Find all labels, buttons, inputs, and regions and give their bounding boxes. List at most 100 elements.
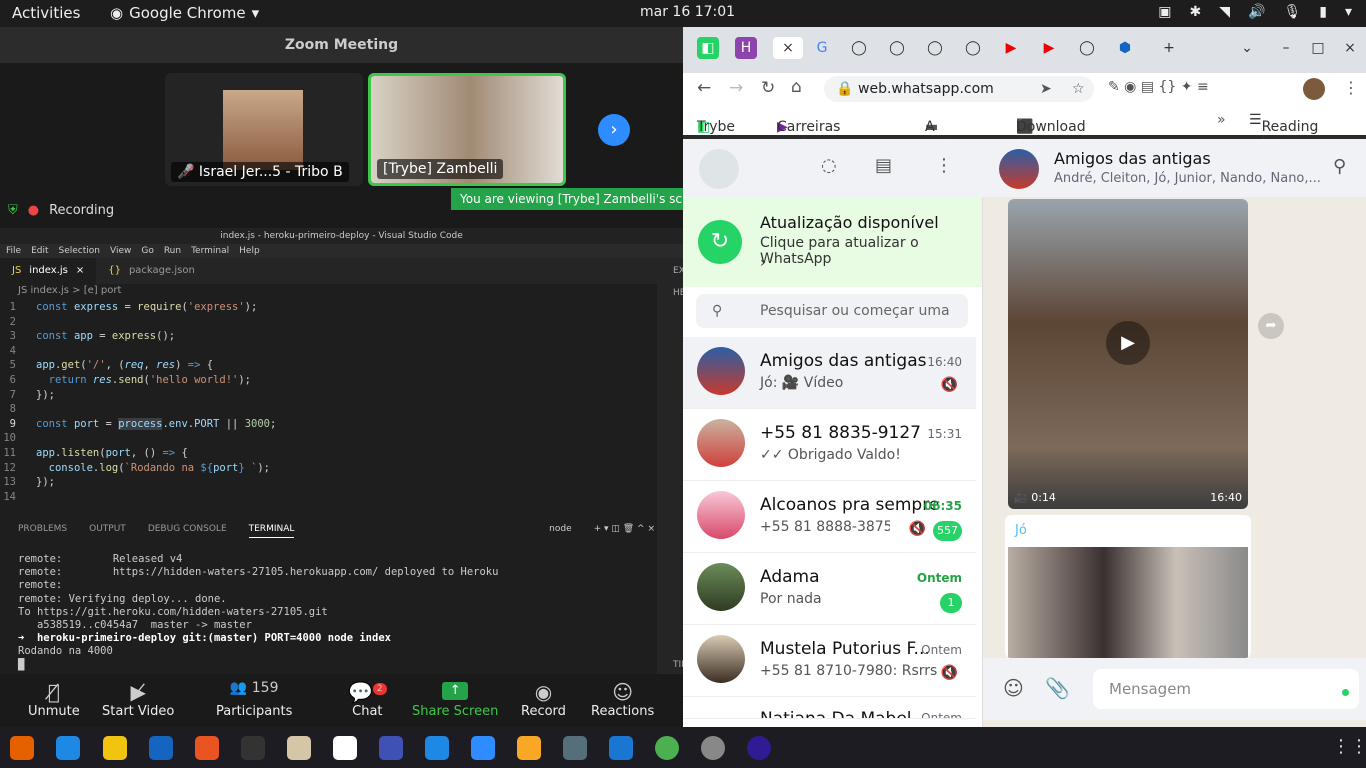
minimize-icon[interactable]: –	[1275, 37, 1297, 59]
cube-icon[interactable]: ⬢	[1114, 37, 1136, 59]
menu-edit[interactable]: Edit	[31, 244, 48, 258]
text-editor-icon[interactable]	[609, 736, 633, 760]
search-icon[interactable]: ⚲	[1333, 156, 1346, 177]
avatar[interactable]	[1303, 78, 1325, 100]
code-editor[interactable]: 1 const express = require('express'); 2 3…	[0, 300, 655, 504]
avatar[interactable]	[699, 149, 739, 189]
app-menu[interactable]: ◉ Google Chrome ▾	[110, 4, 259, 22]
back-icon[interactable]: ←	[697, 78, 711, 98]
files-icon[interactable]	[287, 736, 311, 760]
search-input[interactable]: ⚲ Pesquisar ou começar uma n...	[696, 294, 968, 353]
forward-icon[interactable]: →	[729, 78, 743, 98]
app-icon[interactable]	[747, 736, 771, 760]
github-icon[interactable]: ◯	[1076, 37, 1098, 59]
participant-tile-active[interactable]: [Trybe] Zambelli	[368, 73, 566, 186]
youtube-icon[interactable]: ▶	[1000, 37, 1022, 59]
share-screen-button[interactable]: ↑ Share Screen	[412, 680, 498, 719]
chat-list-item[interactable]: Amigos das antigas 16:40 Jó: 🎥 Vídeo 🔇	[683, 337, 976, 409]
breadcrumb[interactable]: JS index.js > [e] port	[18, 285, 121, 296]
software-icon[interactable]	[195, 736, 219, 760]
github-icon[interactable]: ◯	[886, 37, 908, 59]
participants-button[interactable]: 👥 159 Participants	[216, 680, 292, 719]
tab-package-json[interactable]: {} package.json	[96, 258, 207, 284]
panel-actions[interactable]: + ▾ ◫ 🗑 ^ ×	[594, 524, 655, 538]
tab-trybe[interactable]: ◧	[697, 37, 719, 59]
status-icon[interactable]: ◌	[821, 155, 837, 176]
calculator-icon[interactable]	[517, 736, 541, 760]
start-video-button[interactable]: ▶̸ Start Video	[102, 680, 174, 719]
maximize-icon[interactable]: □	[1307, 37, 1329, 59]
menu-run[interactable]: Run	[164, 244, 181, 258]
screenshot-icon[interactable]	[379, 736, 403, 760]
tab-debug-console[interactable]: DEBUG CONSOLE	[148, 524, 227, 538]
address-bar[interactable]: 🔒 web.whatsapp.com ➤ ☆	[824, 76, 1094, 102]
tab-translate[interactable]: G	[811, 37, 833, 59]
tab-index-js[interactable]: JS index.js ×	[0, 258, 97, 284]
more-bookmarks-icon[interactable]: »	[1217, 112, 1226, 128]
github-icon[interactable]: ◯	[848, 37, 870, 59]
system-tray[interactable]: ▣ ✱ ◥ 🔊 🎙 ▮ ▾	[1158, 4, 1352, 20]
star-icon[interactable]: ☆	[1072, 76, 1085, 102]
new-chat-icon[interactable]: ▤	[875, 155, 892, 176]
zoom-icon[interactable]	[471, 736, 495, 760]
youtube-icon[interactable]: ▶	[1038, 37, 1060, 59]
terminal-icon[interactable]	[241, 736, 265, 760]
power-menu-icon[interactable]: ▾	[1345, 4, 1352, 20]
slack-icon[interactable]	[333, 736, 357, 760]
menu-terminal[interactable]: Terminal	[191, 244, 229, 258]
vscode-icon[interactable]	[425, 736, 449, 760]
github-icon[interactable]: ◯	[962, 37, 984, 59]
tab-problems[interactable]: PROBLEMS	[18, 524, 67, 538]
chrome-icon[interactable]	[655, 736, 679, 760]
close-window-icon[interactable]: ×	[1339, 37, 1361, 59]
chat-list-item[interactable]: Natiana Da Mabel Ontem	[683, 697, 976, 719]
activities-button[interactable]: Activities	[12, 4, 80, 22]
tab-search-icon[interactable]: ⌄	[1236, 37, 1258, 59]
home-icon[interactable]: ⌂	[791, 77, 802, 97]
side-panel[interactable]: EX HE TIN	[657, 258, 688, 674]
chat-list-item[interactable]: Alcoanos pra sempre 06:35 +55 81 8888-387…	[683, 481, 976, 553]
chat-button[interactable]: 💬 2 Chat	[348, 680, 387, 719]
chat-list-item[interactable]: +55 81 8835-9127 15:31 ✓✓ Obrigado Valdo!	[683, 409, 976, 481]
menu-go[interactable]: Go	[141, 244, 153, 258]
emoji-icon[interactable]: ☺	[1003, 676, 1024, 700]
play-icon[interactable]: ▶	[1106, 321, 1150, 365]
wifi-icon[interactable]: ◥	[1219, 4, 1230, 20]
tab-terminal[interactable]: TERMINAL	[248, 524, 295, 538]
close-icon[interactable]: ×	[76, 258, 84, 284]
reading-list[interactable]: ☰ Reading list	[1249, 112, 1318, 151]
send-icon[interactable]: ➤	[1040, 76, 1052, 102]
message-input[interactable]: Mensagem	[1093, 669, 1359, 709]
record-button[interactable]: ◉ Record	[521, 680, 566, 719]
menu-view[interactable]: View	[110, 244, 131, 258]
tab-output[interactable]: OUTPUT	[89, 524, 126, 538]
app-icon[interactable]	[701, 736, 725, 760]
menu-help[interactable]: Help	[239, 244, 260, 258]
battery-icon[interactable]: ▮	[1319, 4, 1327, 20]
chat-list-item[interactable]: Mustela Putorius F... Ontem +55 81 8710-7…	[683, 625, 976, 697]
rhythmbox-icon[interactable]	[103, 736, 127, 760]
menu-file[interactable]: File	[6, 244, 21, 258]
volume-icon[interactable]: 🔊	[1248, 4, 1265, 20]
mic-icon[interactable]: 🎙	[1283, 4, 1301, 20]
writer-icon[interactable]	[149, 736, 173, 760]
new-tab-icon[interactable]: +	[1158, 37, 1180, 59]
terminal-output[interactable]: remote: Released v4 remote: https://hidde…	[18, 553, 498, 672]
next-page-button[interactable]: ›	[598, 114, 630, 146]
firefox-icon[interactable]	[10, 736, 34, 760]
participant-tile[interactable]: 🎤̸ Israel Jer...5 - Tribo B	[165, 73, 363, 186]
reactions-button[interactable]: ☺ Reactions	[591, 680, 654, 719]
terminal-select[interactable]: node	[549, 524, 571, 538]
slack-tray-icon[interactable]: ✱	[1190, 4, 1202, 20]
attach-icon[interactable]: 📎	[1045, 676, 1070, 700]
app-icon[interactable]	[563, 736, 587, 760]
video-message[interactable]: ▶ 🎥 0:14 16:40	[1008, 199, 1248, 509]
menu-icon[interactable]: ⋮	[1343, 78, 1359, 97]
zoom-tray-icon[interactable]: ▣	[1158, 4, 1171, 20]
show-apps-icon[interactable]: ⋮⋮	[1332, 736, 1366, 760]
image-message[interactable]: Jó	[1005, 515, 1251, 658]
thunderbird-icon[interactable]	[56, 736, 80, 760]
github-icon[interactable]: ◯	[924, 37, 946, 59]
extensions-icons[interactable]: ✎ ◉ ▤ {} ✦ ≡	[1108, 79, 1209, 95]
forward-icon[interactable]: ➦	[1258, 313, 1284, 339]
